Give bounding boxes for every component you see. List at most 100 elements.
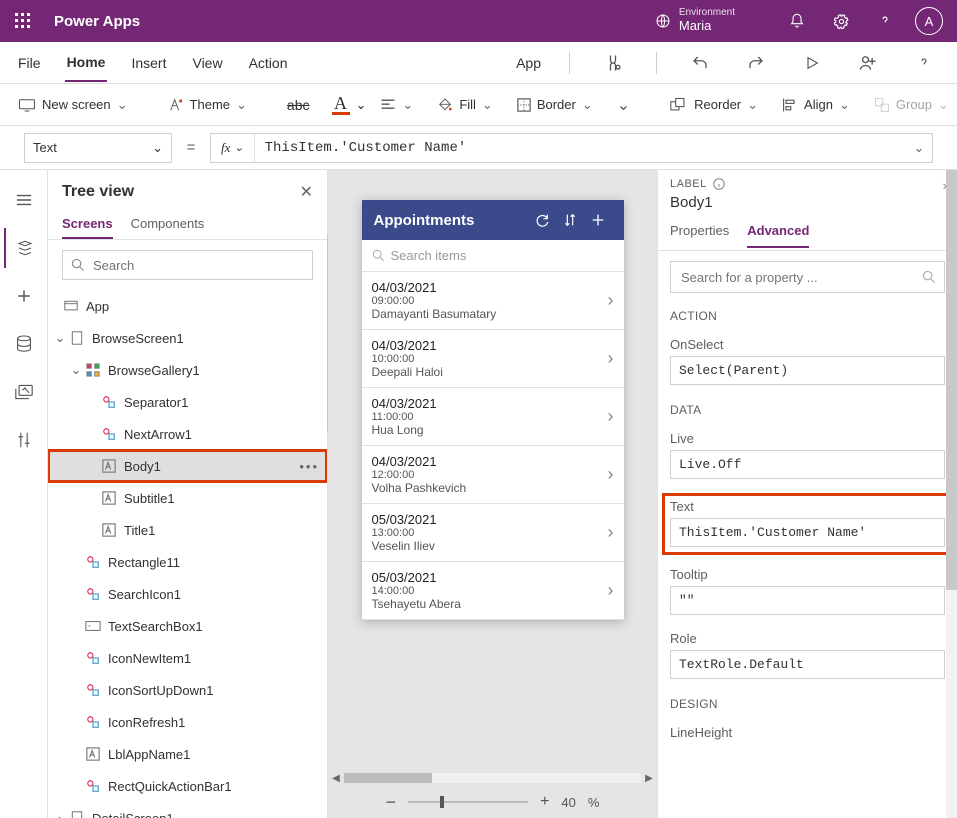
info-icon[interactable]: [713, 178, 725, 190]
avatar[interactable]: A: [915, 7, 943, 35]
tree-node-textsearch[interactable]: TextSearchBox1: [48, 610, 327, 642]
tree-search[interactable]: [62, 250, 313, 280]
fx-label[interactable]: fx⌄: [211, 134, 255, 162]
canvas-hscroll[interactable]: ◀ ▶: [328, 770, 657, 786]
advanced-tools-icon[interactable]: [4, 420, 44, 460]
list-item[interactable]: 04/03/202112:00:00Volha Pashkevich›: [362, 446, 624, 504]
menu-app[interactable]: App: [514, 45, 543, 81]
settings-icon[interactable]: [821, 1, 861, 41]
list-item[interactable]: 04/03/202110:00:00Deepali Haloi›: [362, 330, 624, 388]
menu-file[interactable]: File: [16, 45, 43, 81]
expand-panel-icon[interactable]: ›: [943, 178, 947, 193]
tree-node-iconnew[interactable]: IconNewItem1: [48, 642, 327, 674]
text-align-icon: [380, 98, 396, 112]
tree-node-lblapp[interactable]: LblAppName1: [48, 738, 327, 770]
strikethrough-button[interactable]: abc: [277, 93, 320, 117]
tab-properties[interactable]: Properties: [670, 219, 729, 248]
help-icon[interactable]: [865, 1, 905, 41]
tree-node-iconrefresh[interactable]: IconRefresh1: [48, 706, 327, 738]
tree-node-detailscreen[interactable]: › DetailScreen1: [48, 802, 327, 818]
reorder-button[interactable]: Reorder⌄: [660, 93, 768, 117]
field-onselect[interactable]: Select(Parent): [670, 356, 945, 385]
field-role[interactable]: TextRole.Default: [670, 650, 945, 679]
play-icon[interactable]: [795, 46, 829, 80]
waffle-icon[interactable]: [6, 4, 40, 38]
chevron-down-icon[interactable]: ⌄: [68, 362, 84, 378]
expand-ribbon-button[interactable]: ⌄: [607, 91, 640, 119]
zoom-slider[interactable]: [408, 801, 528, 803]
environment-picker[interactable]: Environment Maria: [655, 8, 735, 35]
share-icon[interactable]: [851, 46, 885, 80]
hamburger-icon[interactable]: [4, 180, 44, 220]
shape-icon: [84, 779, 102, 793]
redo-icon[interactable]: [739, 46, 773, 80]
more-icon[interactable]: •••: [299, 459, 319, 474]
list-item[interactable]: 04/03/202109:00:00Damayanti Basumatary›: [362, 272, 624, 330]
refresh-icon[interactable]: [528, 206, 556, 234]
menu-view[interactable]: View: [190, 45, 224, 81]
new-screen-button[interactable]: New screen⌄: [8, 93, 138, 117]
icon-control-icon: [84, 715, 102, 729]
menu-home[interactable]: Home: [65, 44, 108, 82]
list-item[interactable]: 05/03/202113:00:00Veselin Iliev›: [362, 504, 624, 562]
label-icon: [100, 491, 118, 505]
search-icon: [71, 258, 85, 272]
align-objects-icon: [782, 97, 798, 113]
align-menu-button[interactable]: ⌄: [370, 93, 423, 117]
notifications-icon[interactable]: [777, 1, 817, 41]
tree-node-app[interactable]: App: [48, 290, 327, 322]
tree-node-browsegallery[interactable]: ⌄ BrowseGallery1: [48, 354, 327, 386]
app-search[interactable]: Search items: [362, 240, 624, 272]
menu-action[interactable]: Action: [247, 45, 290, 81]
tree-node-body1[interactable]: Body1 •••: [48, 450, 327, 482]
tree-view-icon[interactable]: [4, 228, 44, 268]
tree-node-iconsort[interactable]: IconSortUpDown1: [48, 674, 327, 706]
formula-input-box[interactable]: fx⌄ ThisItem.'Customer Name' ⌄: [210, 133, 933, 163]
panel-scrollbar[interactable]: [946, 170, 957, 818]
tree-node-nextarrow[interactable]: NextArrow1: [48, 418, 327, 450]
insert-icon[interactable]: [4, 276, 44, 316]
formula-value[interactable]: ThisItem.'Customer Name': [255, 140, 906, 156]
menu-insert[interactable]: Insert: [129, 45, 168, 81]
font-color-button[interactable]: A: [324, 92, 358, 117]
chevron-down-icon[interactable]: ⌄: [52, 330, 68, 346]
top-bar: Power Apps Environment Maria A: [0, 0, 957, 42]
property-selector[interactable]: Text⌄: [24, 133, 172, 163]
add-icon[interactable]: [584, 206, 612, 234]
sort-icon[interactable]: [556, 206, 584, 234]
property-search[interactable]: [670, 261, 945, 293]
tree-node-subtitle[interactable]: Subtitle1: [48, 482, 327, 514]
list-item[interactable]: 05/03/202114:00:00Tsehayetu Abera›: [362, 562, 624, 620]
field-text[interactable]: ThisItem.'Customer Name': [670, 518, 945, 547]
list-item[interactable]: 04/03/202111:00:00Hua Long›: [362, 388, 624, 446]
zoom-out-button[interactable]: −: [386, 792, 397, 813]
undo-icon[interactable]: [683, 46, 717, 80]
tree-node-rectquick[interactable]: RectQuickActionBar1: [48, 770, 327, 802]
help-icon-2[interactable]: [907, 46, 941, 80]
tree-node-separator[interactable]: Separator1: [48, 386, 327, 418]
tree-node-browsescreen[interactable]: ⌄ BrowseScreen1: [48, 322, 327, 354]
field-tooltip[interactable]: "": [670, 586, 945, 615]
property-search-input[interactable]: [679, 269, 922, 286]
fill-button[interactable]: Fill⌄: [427, 93, 503, 117]
app-checker-icon[interactable]: [596, 46, 630, 80]
media-icon[interactable]: [4, 372, 44, 412]
tree-search-input[interactable]: [91, 257, 304, 274]
app-icon: [62, 300, 80, 312]
chevron-right-icon[interactable]: ›: [52, 811, 68, 818]
tab-screens[interactable]: Screens: [62, 210, 113, 239]
theme-button[interactable]: Theme⌄: [158, 93, 257, 117]
label-icon: [100, 523, 118, 537]
formula-expand-icon[interactable]: ⌄: [906, 140, 932, 156]
close-tree-icon[interactable]: ✕: [300, 182, 313, 202]
tree-node-searchicon[interactable]: SearchIcon1: [48, 578, 327, 610]
data-icon[interactable]: [4, 324, 44, 364]
tree-node-rectangle[interactable]: Rectangle11: [48, 546, 327, 578]
tree-node-title[interactable]: Title1: [48, 514, 327, 546]
tab-components[interactable]: Components: [131, 210, 205, 239]
tab-advanced[interactable]: Advanced: [747, 219, 809, 248]
align-button[interactable]: Align⌄: [772, 93, 860, 117]
border-button[interactable]: Border⌄: [507, 93, 603, 117]
zoom-in-button[interactable]: +: [540, 793, 549, 811]
field-live[interactable]: Live.Off: [670, 450, 945, 479]
